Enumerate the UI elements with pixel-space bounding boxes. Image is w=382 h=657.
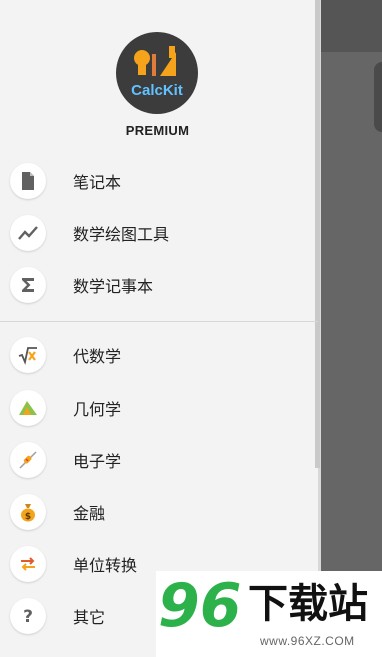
- app-bar: [321, 0, 382, 52]
- nav-item-math-notepad[interactable]: 数学记事本: [0, 259, 315, 309]
- nav-item-label: 金融: [73, 504, 106, 523]
- nav-item-finance[interactable]: $ 金融: [0, 486, 315, 536]
- premium-badge: PREMIUM: [125, 123, 190, 138]
- money-bag-icon: $: [10, 494, 46, 530]
- svg-text:$: $: [25, 512, 31, 522]
- question-icon: ?: [10, 598, 46, 634]
- navigation-drawer: CalcKit PREMIUM 笔记本 数学绘图工具 数学记事本 代数学 几何学: [0, 0, 321, 657]
- sigma-icon: [10, 267, 46, 303]
- square-root-icon: [10, 337, 46, 373]
- nav-item-graphing[interactable]: 数学绘图工具: [0, 207, 315, 257]
- nav-item-electronics[interactable]: 电子学: [0, 434, 315, 484]
- background-scrim[interactable]: [321, 0, 382, 657]
- nav-item-label: 数学记事本: [73, 277, 154, 296]
- line-chart-icon: [10, 215, 46, 251]
- site-watermark: 96 下载站 www.96XZ.COM: [156, 571, 382, 657]
- nav-item-label: 几何学: [73, 400, 122, 419]
- app-name: CalcKit: [131, 82, 183, 99]
- convert-arrows-icon: [10, 546, 46, 582]
- resistor-icon: [10, 442, 46, 478]
- nav-item-label: 代数学: [73, 347, 122, 366]
- scroll-handle[interactable]: [374, 62, 382, 132]
- document-icon: [10, 163, 46, 199]
- nav-item-geometry[interactable]: 几何学: [0, 382, 315, 432]
- svg-text:?: ?: [23, 607, 33, 626]
- nav-item-label: 数学绘图工具: [73, 225, 170, 244]
- nav-item-label: 其它: [73, 608, 106, 627]
- triangle-icon: [10, 390, 46, 426]
- watermark-number: 96: [158, 571, 242, 641]
- watermark-url: www.96XZ.COM: [260, 634, 355, 648]
- watermark-site-name: 下载站: [248, 581, 368, 627]
- nav-item-notebook[interactable]: 笔记本: [0, 155, 315, 205]
- app-logo: CalcKit: [116, 32, 198, 114]
- nav-item-label: 笔记本: [73, 173, 122, 192]
- drawer-scrollbar[interactable]: [315, 0, 320, 468]
- nav-item-label: 电子学: [73, 452, 122, 471]
- section-divider: [0, 321, 318, 322]
- nav-item-algebra[interactable]: 代数学: [0, 329, 315, 379]
- nav-item-label: 单位转换: [73, 556, 138, 575]
